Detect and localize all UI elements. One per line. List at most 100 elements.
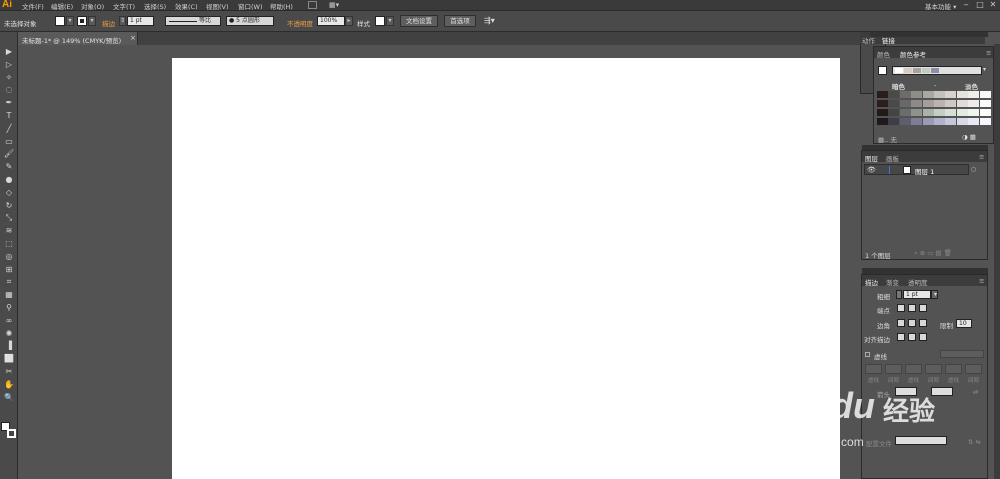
color-guide-swatch[interactable] [979, 91, 991, 98]
perspective-icon[interactable]: ⊞ [3, 264, 15, 275]
limit-field[interactable]: 10 [956, 319, 972, 328]
pen-icon[interactable]: ✒ [3, 97, 15, 108]
tab-artboards[interactable]: 画板 [886, 153, 899, 163]
stroke-swatch[interactable] [77, 16, 87, 26]
color-guide-swatch[interactable] [956, 100, 968, 107]
menu-object[interactable]: 对象(O) [81, 1, 104, 11]
tab-color-guide[interactable]: 颜色参考 [900, 49, 926, 59]
color-guide-swatch[interactable] [911, 91, 923, 98]
color-guide-swatch[interactable] [877, 118, 888, 125]
flip-profile-icons[interactable]: ⇅ ⇆ [968, 438, 981, 446]
dash-align-buttons[interactable] [940, 350, 984, 358]
warp-icon[interactable]: ≋ [3, 225, 15, 236]
stroke-label[interactable]: 描边 [102, 18, 115, 28]
close-tab-icon[interactable]: × [130, 34, 136, 42]
fill-dropdown[interactable]: ▾ [66, 16, 74, 26]
layers-footer-icons[interactable]: ⌕ ⊕ ▭ ▤ 🗑 [914, 249, 952, 258]
dashed-line-checkbox[interactable] [865, 352, 870, 357]
opacity-field[interactable]: 100% [317, 16, 345, 26]
hand-icon[interactable]: ✋ [3, 379, 15, 390]
gradient-icon[interactable]: ▦ [3, 289, 15, 300]
stroke-color-icon[interactable] [7, 429, 16, 438]
blob-brush-icon[interactable]: ● [3, 174, 15, 185]
profile-select[interactable] [895, 436, 947, 445]
color-guide-swatch[interactable] [888, 100, 900, 107]
tab-color[interactable]: 颜色 [877, 49, 890, 59]
color-guide-swatch[interactable] [968, 91, 980, 98]
guide-footer-none[interactable]: ▦.. 无 [878, 134, 897, 144]
menu-window[interactable]: 窗口(W) [238, 1, 263, 11]
color-guide-swatch[interactable] [945, 109, 957, 116]
pencil-icon[interactable]: ✎ [3, 161, 15, 172]
color-guide-swatch[interactable] [888, 91, 900, 98]
eyedropper-icon[interactable]: ⚲ [3, 302, 15, 313]
layer-row[interactable]: 👁 图层 1 ○ [864, 164, 976, 176]
color-guide-swatch[interactable] [979, 109, 991, 116]
document-tab[interactable]: 未标题-1* @ 149% (CMYK/预览) × [18, 32, 138, 45]
color-guide-swatch[interactable] [899, 91, 911, 98]
layer-name[interactable]: 图层 1 [915, 166, 934, 176]
color-guide-swatch[interactable] [899, 109, 911, 116]
slice-icon[interactable]: ✂ [3, 366, 15, 377]
menu-select[interactable]: 选择(S) [144, 1, 166, 11]
close-icon[interactable]: ✕ [987, 0, 999, 10]
panel-menu-icon[interactable]: ≡ [986, 49, 991, 57]
guide-footer-icons[interactable]: ◑ ▦ [962, 133, 976, 141]
weight-field[interactable]: 1 pt [903, 290, 931, 299]
panel-menu-icon[interactable]: ≡ [979, 153, 984, 161]
zoom-icon[interactable]: 🔍 [3, 392, 15, 403]
fill-swatch[interactable] [55, 16, 65, 26]
color-guide-swatch[interactable] [877, 91, 888, 98]
shape-builder-icon[interactable]: ◎ [3, 251, 15, 262]
color-guide-swatch[interactable] [911, 109, 923, 116]
magic-wand-icon[interactable]: ✧ [3, 72, 15, 83]
stroke-dropdown[interactable]: ▾ [88, 16, 96, 26]
panel-dock-header[interactable] [870, 32, 988, 37]
bridge-button[interactable] [308, 1, 317, 9]
free-transform-icon[interactable]: ⬚ [3, 238, 15, 249]
mesh-icon[interactable]: ⌗ [3, 276, 15, 287]
color-guide-swatch[interactable] [922, 91, 934, 98]
visibility-eye-icon[interactable]: 👁 [867, 166, 876, 174]
gap-field[interactable] [885, 364, 902, 374]
color-guide-swatch[interactable] [945, 118, 957, 125]
dash-field[interactable] [945, 364, 962, 374]
swap-arrows-icon[interactable]: ⇄ [973, 388, 978, 396]
color-guide-swatch[interactable] [911, 100, 923, 107]
weight-stepper[interactable] [896, 290, 902, 299]
rotate-icon[interactable]: ↻ [3, 200, 15, 211]
round-join-button[interactable] [908, 319, 916, 327]
color-guide-swatch[interactable] [877, 109, 888, 116]
color-guide-swatch[interactable] [888, 109, 900, 116]
dash-field[interactable] [865, 364, 882, 374]
color-guide-swatch[interactable] [968, 118, 980, 125]
miter-join-button[interactable] [897, 319, 905, 327]
document-setup-button[interactable]: 文档设置 [400, 15, 438, 27]
arrange-icon[interactable]: ⇶▾ [484, 16, 495, 25]
color-guide-swatch[interactable] [956, 91, 968, 98]
artboard-icon[interactable]: ⬜ [3, 353, 15, 364]
layer-target-icon[interactable]: ○ [971, 166, 976, 173]
color-guide-swatch[interactable] [979, 118, 991, 125]
color-guide-swatch[interactable] [911, 118, 923, 125]
projecting-cap-button[interactable] [919, 304, 927, 312]
type-icon[interactable]: T [3, 110, 15, 121]
tab-stroke[interactable]: 描边 [865, 277, 878, 287]
symbol-sprayer-icon[interactable]: ✺ [3, 328, 15, 339]
rectangle-icon[interactable]: ▭ [3, 136, 15, 147]
scale-icon[interactable]: ⤡ [3, 212, 15, 223]
gap-field[interactable] [925, 364, 942, 374]
color-guide-swatch[interactable] [945, 91, 957, 98]
stroke-profile-select[interactable]: 等比 [165, 16, 221, 26]
color-guide-swatch[interactable] [934, 109, 945, 116]
color-guide-swatch[interactable] [922, 109, 934, 116]
color-guide-swatch[interactable] [922, 100, 934, 107]
menu-file[interactable]: 文件(F) [22, 1, 44, 11]
direct-select-icon[interactable]: ▷ [3, 59, 15, 70]
menu-type[interactable]: 文字(T) [113, 1, 135, 11]
style-swatch[interactable] [375, 16, 385, 26]
opacity-dropdown[interactable]: ▸ [345, 16, 353, 26]
align-inside-button[interactable] [908, 333, 916, 341]
color-guide-swatch[interactable] [956, 109, 968, 116]
opacity-label[interactable]: 不透明度 [287, 18, 313, 28]
